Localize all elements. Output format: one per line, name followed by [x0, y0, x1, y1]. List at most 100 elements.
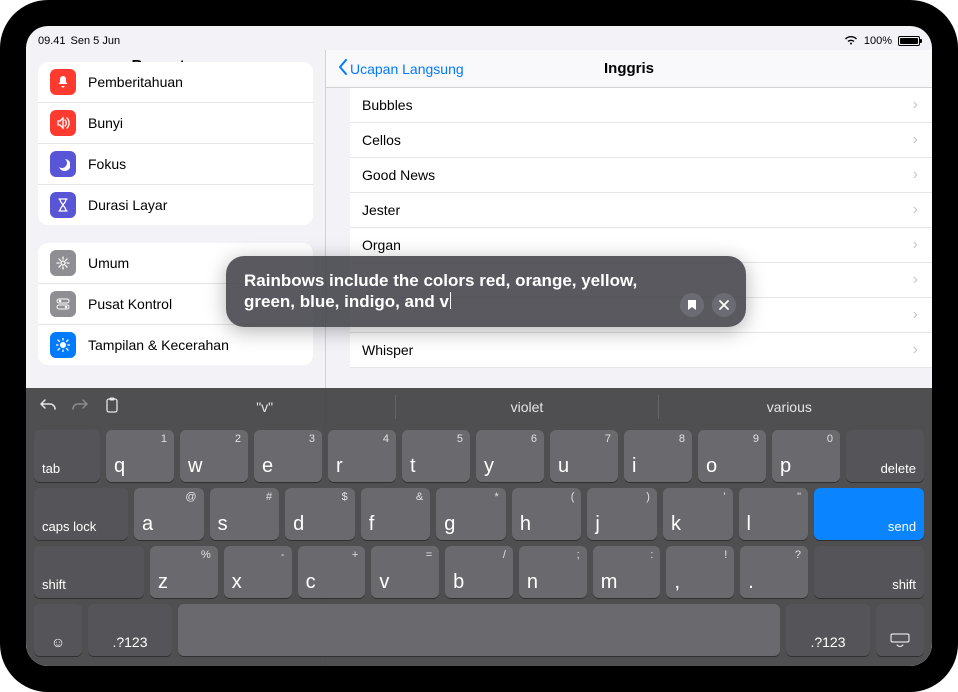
voice-row[interactable]: Good News ›: [350, 158, 932, 193]
bell-icon: [50, 69, 76, 95]
key-l[interactable]: "l: [739, 488, 809, 540]
voice-name: Cellos: [362, 132, 401, 148]
chevron-right-icon: ›: [913, 236, 918, 254]
key-d[interactable]: $d: [285, 488, 355, 540]
undo-button[interactable]: [38, 398, 58, 417]
key-h[interactable]: (h: [512, 488, 582, 540]
battery-icon: [898, 36, 920, 46]
suggestion[interactable]: various: [658, 395, 920, 419]
key-v[interactable]: =v: [371, 546, 439, 598]
chevron-right-icon: ›: [913, 341, 918, 359]
speech-text: Rainbows include the colors red, orange,…: [244, 271, 637, 311]
chevron-left-icon: [338, 59, 348, 78]
key-shift-right[interactable]: shift: [814, 546, 924, 598]
status-time: 09.41: [38, 35, 66, 47]
voice-name: Organ: [362, 237, 401, 253]
key-numbers-left[interactable]: .?123: [88, 604, 172, 656]
chevron-right-icon: ›: [913, 96, 918, 114]
suggestion-bar: "v"violetvarious: [134, 395, 920, 419]
key-numbers-right[interactable]: .?123: [786, 604, 870, 656]
key-dismiss-keyboard[interactable]: [876, 604, 924, 656]
on-screen-keyboard: "v"violetvarious tab 1q2w3e4r5t6y7u8i9o0…: [26, 388, 932, 666]
voice-row[interactable]: Whisper ›: [350, 333, 932, 368]
speaker-icon: [50, 110, 76, 136]
key-c[interactable]: +c: [298, 546, 366, 598]
key-shift-left[interactable]: shift: [34, 546, 144, 598]
status-bar: 09.41 Sen 5 Jun 100%: [38, 32, 920, 50]
voice-name: Bubbles: [362, 97, 413, 113]
key-x[interactable]: -x: [224, 546, 292, 598]
key-caps-lock[interactable]: caps lock: [34, 488, 128, 540]
chevron-right-icon: ›: [913, 131, 918, 149]
key-b[interactable]: /b: [445, 546, 513, 598]
text-caret: [450, 292, 451, 309]
voice-row[interactable]: Cellos ›: [350, 123, 932, 158]
key-g[interactable]: *g: [436, 488, 506, 540]
key-delete[interactable]: delete: [846, 430, 924, 482]
sidebar-item-fokus[interactable]: Fokus: [38, 143, 313, 184]
sidebar-item-tampilan-kecerahan[interactable]: Tampilan & Kecerahan: [38, 324, 313, 365]
key-k[interactable]: 'k: [663, 488, 733, 540]
device-frame: 09.41 Sen 5 Jun 100% Pengaturan Pemberit…: [0, 0, 958, 692]
voice-name: Jester: [362, 202, 400, 218]
nav-bar: Ucapan Langsung Inggris: [326, 50, 932, 88]
key-n[interactable]: ;n: [519, 546, 587, 598]
gear-icon: [50, 250, 76, 276]
voice-row[interactable]: Jester ›: [350, 193, 932, 228]
voice-name: Whisper: [362, 342, 413, 358]
key-t[interactable]: 5t: [402, 430, 470, 482]
switches-icon: [50, 291, 76, 317]
sidebar-item-durasi-layar[interactable]: Durasi Layar: [38, 184, 313, 225]
live-speech-input[interactable]: Rainbows include the colors red, orange,…: [226, 256, 746, 327]
key-e[interactable]: 3e: [254, 430, 322, 482]
back-button[interactable]: Ucapan Langsung: [338, 59, 464, 78]
wifi-icon: [844, 35, 858, 48]
brightness-icon: [50, 332, 76, 358]
chevron-right-icon: ›: [913, 271, 918, 289]
key-space[interactable]: [178, 604, 780, 656]
key-m[interactable]: :m: [593, 546, 661, 598]
voice-name: Good News: [362, 167, 435, 183]
key-.[interactable]: ?.: [740, 546, 808, 598]
key-u[interactable]: 7u: [550, 430, 618, 482]
clipboard-button[interactable]: [102, 397, 122, 418]
nav-title: Inggris: [604, 60, 654, 77]
key-f[interactable]: &f: [361, 488, 431, 540]
sidebar-group-1: PemberitahuanBunyi Fokus Durasi Layar: [38, 62, 313, 225]
key-tab[interactable]: tab: [34, 430, 100, 482]
chevron-right-icon: ›: [913, 201, 918, 219]
clear-button[interactable]: [712, 293, 736, 317]
key-r[interactable]: 4r: [328, 430, 396, 482]
key-j[interactable]: )j: [587, 488, 657, 540]
sidebar-item-bunyi[interactable]: Bunyi: [38, 102, 313, 143]
sidebar-item-pemberitahuan[interactable]: Pemberitahuan: [38, 62, 313, 102]
redo-button[interactable]: [70, 398, 90, 417]
moon-icon: [50, 151, 76, 177]
status-date: Sen 5 Jun: [71, 35, 121, 47]
key-q[interactable]: 1q: [106, 430, 174, 482]
voice-row[interactable]: Bubbles ›: [350, 88, 932, 123]
key-z[interactable]: %z: [150, 546, 218, 598]
sidebar-item-label: Umum: [88, 255, 129, 271]
chevron-right-icon: ›: [913, 306, 918, 324]
battery-pct: 100%: [864, 35, 892, 47]
key-a[interactable]: @a: [134, 488, 204, 540]
chevron-right-icon: ›: [913, 166, 918, 184]
key-,[interactable]: !,: [666, 546, 734, 598]
key-o[interactable]: 9o: [698, 430, 766, 482]
key-p[interactable]: 0p: [772, 430, 840, 482]
key-y[interactable]: 6y: [476, 430, 544, 482]
sidebar-item-label: Pusat Kontrol: [88, 296, 172, 312]
key-emoji[interactable]: ☺: [34, 604, 82, 656]
sidebar-item-label: Fokus: [88, 156, 126, 172]
key-w[interactable]: 2w: [180, 430, 248, 482]
suggestion[interactable]: "v": [134, 395, 395, 419]
key-send[interactable]: send: [814, 488, 924, 540]
bookmark-button[interactable]: [680, 293, 704, 317]
suggestion[interactable]: violet: [395, 395, 657, 419]
hourglass-icon: [50, 192, 76, 218]
key-s[interactable]: #s: [210, 488, 280, 540]
back-label: Ucapan Langsung: [350, 61, 464, 77]
screen: 09.41 Sen 5 Jun 100% Pengaturan Pemberit…: [26, 26, 932, 666]
key-i[interactable]: 8i: [624, 430, 692, 482]
